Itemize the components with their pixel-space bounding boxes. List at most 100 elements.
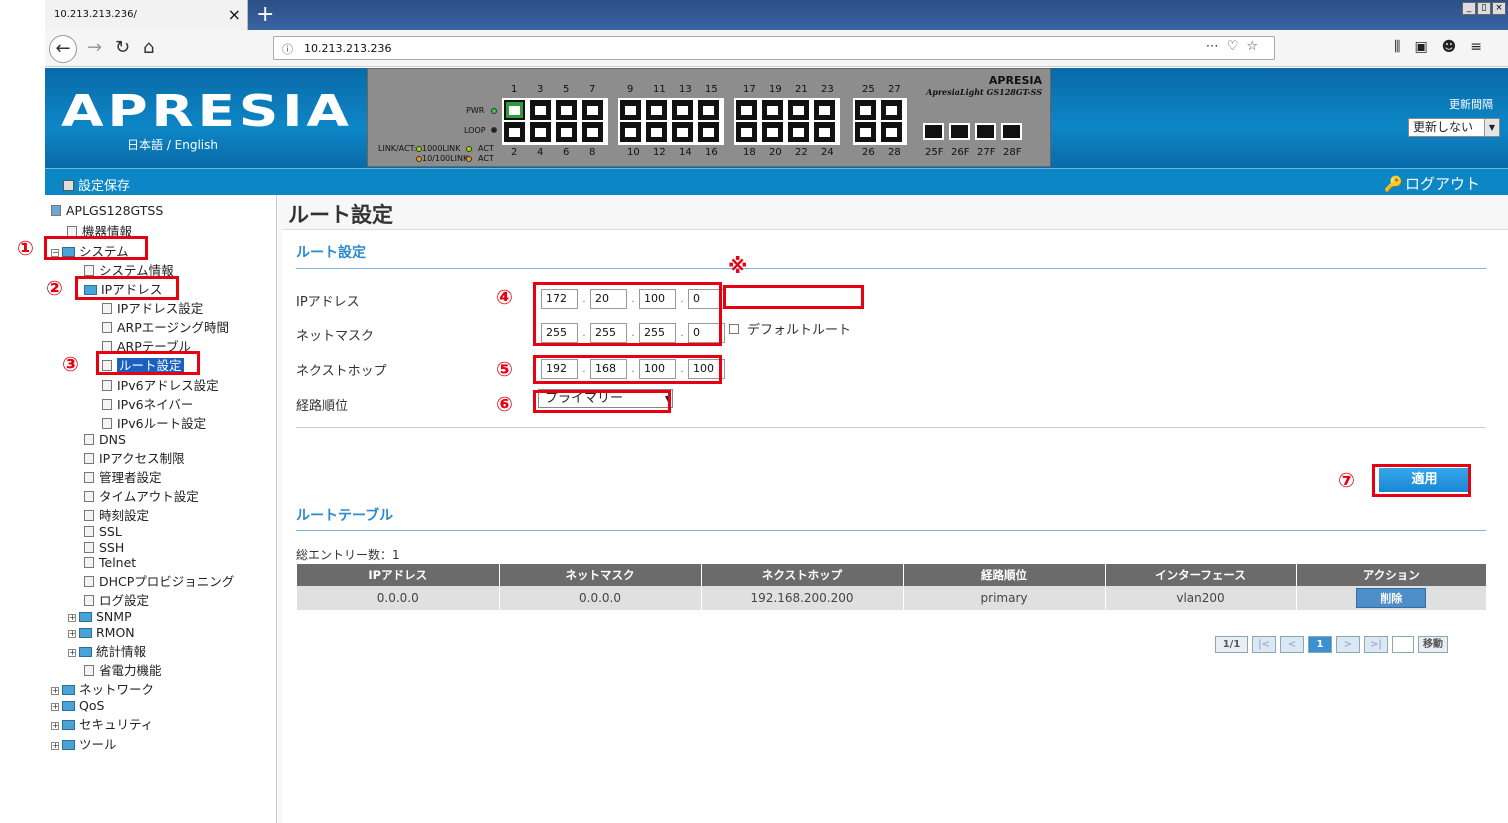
port-icon[interactable] — [530, 100, 551, 120]
port-icon[interactable] — [736, 100, 757, 120]
port-icon[interactable] — [582, 122, 603, 142]
new-tab-icon[interactable]: + — [256, 2, 274, 27]
port-icon[interactable] — [504, 122, 525, 142]
tree-item-time[interactable]: 時刻設定 — [84, 505, 149, 524]
port-icon[interactable] — [530, 122, 551, 142]
tree-item-telnet[interactable]: Telnet — [84, 555, 136, 570]
go-button[interactable]: 移動 — [1418, 636, 1448, 653]
port-icon[interactable] — [814, 122, 835, 142]
port-icon[interactable] — [672, 100, 693, 120]
tree-item-ipv6-route[interactable]: IPv6ルート設定 — [102, 413, 206, 432]
port-icon[interactable] — [646, 122, 667, 142]
tree-item-rmon[interactable]: + RMON — [68, 625, 135, 640]
port-icon[interactable] — [646, 100, 667, 120]
tree-item-ip-access[interactable]: IPアクセス制限 — [84, 448, 185, 467]
tree-item-ipv6-neighbor[interactable]: IPv6ネイバー — [102, 394, 193, 413]
port-icon[interactable] — [698, 122, 719, 142]
tree-item-power[interactable]: 省電力機能 — [84, 660, 162, 679]
port-icon[interactable] — [556, 100, 577, 120]
page-actions[interactable]: ⋯♡☆ — [1206, 39, 1266, 54]
info-icon[interactable]: ⓘ — [282, 41, 293, 57]
logout-button[interactable]: 🔑 ログアウト — [1384, 173, 1480, 194]
save-config-label: 設定保存 — [78, 179, 131, 194]
panel-model: ApresiaLight GS128GT-SS — [926, 87, 1042, 97]
prev-page-button[interactable]: < — [1280, 636, 1304, 653]
port-number: 12 — [653, 147, 666, 158]
tree-item-ssl[interactable]: SSL — [84, 524, 122, 539]
tree-item-dns[interactable]: DNS — [84, 432, 126, 447]
sfp-port-icon[interactable] — [1001, 123, 1022, 140]
default-route-checkbox[interactable]: デフォルトルート — [729, 319, 851, 338]
home-icon[interactable]: ⌂ — [143, 36, 154, 60]
tree-item-dhcp[interactable]: DHCPプロビジョニング — [84, 571, 234, 590]
tab-close-icon[interactable]: × — [228, 5, 241, 24]
port-icon[interactable] — [504, 100, 525, 120]
port-icon[interactable] — [582, 100, 603, 120]
back-arrow-icon[interactable]: ← — [49, 35, 77, 63]
port-icon[interactable] — [556, 122, 577, 142]
expand-icon[interactable]: + — [68, 649, 76, 657]
port-icon[interactable] — [762, 122, 783, 142]
port-icon[interactable] — [672, 122, 693, 142]
browser-tab[interactable]: 10.213.213.236/ × — [45, 0, 248, 30]
port-icon[interactable] — [620, 100, 641, 120]
expand-icon[interactable]: + — [68, 630, 76, 638]
forward-arrow-icon[interactable]: → — [87, 36, 102, 60]
tree-root[interactable]: APLGS128GTSS — [51, 203, 163, 218]
reload-icon[interactable]: ↻ — [115, 36, 130, 60]
tree-item-qos[interactable]: + QoS — [51, 698, 104, 713]
tree-item-security[interactable]: + セキュリティ — [51, 714, 153, 733]
expand-icon[interactable]: + — [68, 614, 76, 622]
port-icon[interactable] — [698, 100, 719, 120]
tree-item-ip-settings[interactable]: IPアドレス設定 — [102, 298, 203, 317]
main-content: ルート設定 ルート設定 IPアドレス ネットマスク ネクストホップ 経路順位 1… — [278, 195, 1508, 823]
port-icon[interactable] — [855, 122, 876, 142]
tree-item-stats[interactable]: + 統計情報 — [68, 641, 146, 660]
port-icon[interactable] — [881, 100, 902, 120]
tree-item-arp-aging[interactable]: ARPエージング時間 — [102, 317, 229, 336]
port-number: 27 — [888, 84, 901, 95]
browser-toolbar-icons[interactable]: ⫼▣☻≡ — [1394, 39, 1496, 55]
port-icon[interactable] — [788, 100, 809, 120]
sfp-port-icon[interactable] — [923, 123, 944, 140]
next-page-button[interactable]: > — [1336, 636, 1360, 653]
tree-item-tools[interactable]: + ツール — [51, 734, 117, 753]
current-page-button[interactable]: 1 — [1308, 636, 1332, 653]
first-page-button[interactable]: |< — [1252, 636, 1276, 653]
language-switch[interactable]: 日本語 / English — [127, 136, 218, 153]
page-title: ルート設定 — [288, 203, 393, 227]
tree-item-network[interactable]: + ネットワーク — [51, 679, 154, 698]
expand-icon[interactable]: + — [51, 687, 59, 695]
close-window-icon[interactable]: × — [1492, 2, 1506, 15]
tree-item-log[interactable]: ログ設定 — [84, 590, 149, 609]
port-icon[interactable] — [736, 122, 757, 142]
tree-item-admin[interactable]: 管理者設定 — [84, 467, 162, 486]
expand-icon[interactable]: + — [51, 722, 59, 730]
tree-item-ipv6-settings[interactable]: IPv6アドレス設定 — [102, 375, 219, 394]
dropdown-arrow-icon[interactable]: ▼ — [1484, 119, 1499, 136]
restore-icon[interactable]: ▯ — [1477, 2, 1491, 15]
cell-ip: 0.0.0.0 — [297, 586, 500, 610]
tree-item-snmp[interactable]: + SNMP — [68, 609, 132, 624]
save-config-button[interactable]: 設定保存 — [63, 175, 130, 194]
checkbox-icon[interactable] — [729, 324, 739, 334]
port-icon[interactable] — [620, 122, 641, 142]
minimize-icon[interactable]: _ — [1462, 2, 1476, 15]
sfp-port-icon[interactable] — [975, 123, 996, 140]
last-page-button[interactable]: >| — [1364, 636, 1388, 653]
expand-icon[interactable]: + — [51, 703, 59, 711]
address-bar[interactable]: ⓘ 10.213.213.236 ⋯♡☆ — [273, 36, 1275, 60]
tree-label: ARPエージング時間 — [117, 320, 230, 335]
port-icon[interactable] — [814, 100, 835, 120]
tree-item-timeout[interactable]: タイムアウト設定 — [84, 486, 199, 505]
port-icon[interactable] — [881, 122, 902, 142]
tree-item-ssh[interactable]: SSH — [84, 540, 124, 555]
expand-icon[interactable]: + — [51, 742, 59, 750]
port-icon[interactable] — [762, 100, 783, 120]
port-icon[interactable] — [788, 122, 809, 142]
sfp-port-icon[interactable] — [949, 123, 970, 140]
page-number-input[interactable] — [1392, 636, 1414, 653]
delete-button[interactable]: 削除 — [1356, 588, 1427, 608]
refresh-select[interactable]: 更新しない ▼ — [1408, 118, 1500, 137]
port-icon[interactable] — [855, 100, 876, 120]
